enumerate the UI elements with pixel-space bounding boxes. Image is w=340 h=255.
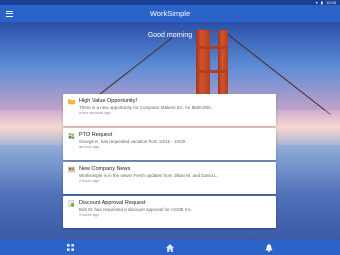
card-title: New Company News [79,166,131,172]
card-body: There is a new opportunity for Computer … [79,105,212,110]
grid-icon[interactable] [65,242,76,253]
card-body: George K. has requested vacation from 10… [79,139,187,144]
card-time: 3 hours ago [79,213,100,217]
notification-card[interactable]: PTO Request George K. has requested vaca… [63,128,276,160]
document-dollar-icon [68,200,75,207]
card-time: a few seconds ago [79,111,111,115]
newspaper-icon [68,166,75,173]
notification-card[interactable]: High Value Opportunity! There is a new o… [63,94,276,126]
card-title: High Value Opportunity! [79,98,137,104]
app-title: WorkSimple [149,9,191,18]
menu-icon[interactable] [6,9,15,18]
card-body: Bob M. has requested a discount approval… [79,207,193,212]
card-body: Worksimple is in the news! Fresh updates… [79,173,218,178]
people-icon [68,132,75,139]
card-time: 2 hours ago [79,179,100,183]
notification-card[interactable]: New Company News Worksimple is in the ne… [63,162,276,194]
home-icon[interactable] [164,242,175,253]
card-time: an hour ago [79,145,100,149]
bridge-beam [196,46,228,49]
card-title: Discount Approval Request [79,200,146,206]
folder-icon [68,99,75,105]
card-title: PTO Request [79,132,113,138]
greeting-text: Good morning [147,32,193,39]
bridge-beam [196,70,228,73]
app-bar: WorkSimple [0,5,340,22]
notification-card[interactable]: Discount Approval Request Bob M. has req… [63,196,276,228]
bottom-nav [0,240,340,255]
bell-icon[interactable] [263,242,274,253]
